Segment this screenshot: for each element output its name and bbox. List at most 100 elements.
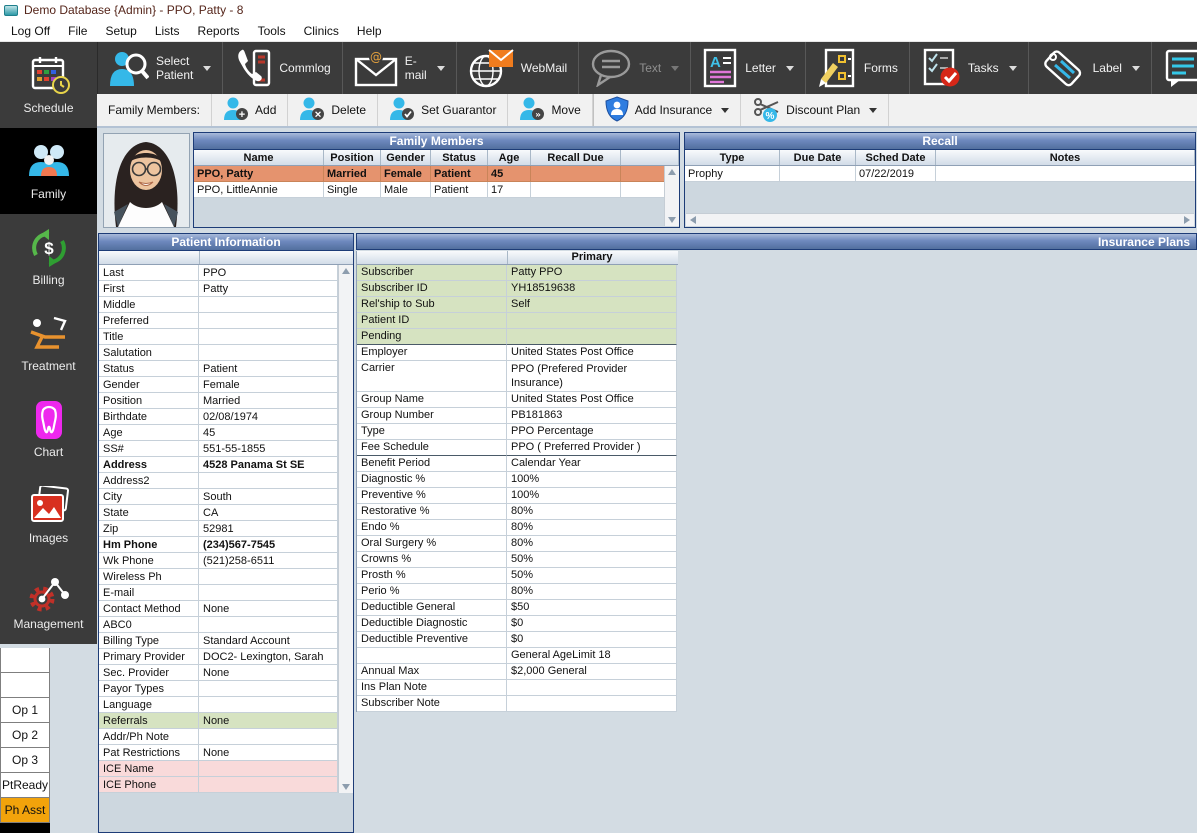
patient-info-row[interactable]: Addr/Ph Note [99,729,353,745]
insurance-row[interactable]: Ins Plan Note [357,680,677,696]
insurance-row[interactable]: Perio % 80% [357,584,677,600]
scroll-down-icon[interactable] [668,217,676,223]
chevron-down-icon[interactable] [437,66,445,71]
delete-family-member-button[interactable]: ✕ Delete [288,94,378,126]
patient-info-row[interactable]: ABC0 [99,617,353,633]
set-guarantor-button[interactable]: Set Guarantor [378,94,508,126]
patient-info-row[interactable]: Title [99,329,353,345]
insurance-row[interactable]: Group Name United States Post Office [357,392,677,408]
patient-info-row[interactable]: Referrals None [99,713,353,729]
insurance-row[interactable]: Pending [357,329,677,345]
patient-info-row[interactable]: First Patty [99,281,353,297]
chevron-down-icon[interactable] [1132,66,1140,71]
patient-info-row[interactable]: Last PPO [99,265,353,281]
scroll-left-icon[interactable] [690,216,696,224]
patient-info-row[interactable]: Language [99,697,353,713]
patient-info-row[interactable]: Age 45 [99,425,353,441]
sidebar-item-schedule[interactable]: Schedule [0,42,97,128]
operatory-cell[interactable] [0,673,50,698]
insurance-row[interactable]: Annual Max $2,000 General [357,664,677,680]
webmail-button[interactable]: WebMail [457,42,579,94]
patient-info-row[interactable]: Gender Female [99,377,353,393]
letter-button[interactable]: A Letter [691,42,806,94]
sidebar-item-billing[interactable]: $ Billing [0,214,97,300]
insurance-row[interactable]: Crowns % 50% [357,552,677,568]
operatory-cell[interactable]: Op 2 [0,723,50,748]
patient-info-row[interactable]: Billing Type Standard Account [99,633,353,649]
insurance-row[interactable]: Subscriber Note [357,696,677,712]
insurance-row[interactable]: Diagnostic % 100% [357,472,677,488]
operatory-cell[interactable]: Op 3 [0,748,50,773]
discount-plan-button[interactable]: % Discount Plan [741,94,889,126]
insurance-row[interactable]: Oral Surgery % 80% [357,536,677,552]
patient-info-row[interactable]: ICE Phone [99,777,353,793]
menu-item[interactable]: Reports [189,21,249,41]
chevron-down-icon[interactable] [203,66,211,71]
menu-item[interactable]: Clinics [295,21,348,41]
scroll-right-icon[interactable] [1184,216,1190,224]
patient-info-row[interactable]: SS# 551-55-1855 [99,441,353,457]
patient-info-row[interactable]: Birthdate 02/08/1974 [99,409,353,425]
patient-info-row[interactable]: Address 4528 Panama St SE [99,457,353,473]
operatory-cell[interactable]: Op 1 [0,698,50,723]
patient-info-row[interactable]: Salutation [99,345,353,361]
operatory-cell[interactable]: Ph Asst [0,798,50,823]
menu-item[interactable]: Log Off [2,21,59,41]
patient-info-row[interactable]: Position Married [99,393,353,409]
chevron-down-icon[interactable] [869,108,877,113]
scroll-up-icon[interactable] [668,169,676,175]
patient-info-row[interactable]: Address2 [99,473,353,489]
patient-info-row[interactable]: Primary Provider DOC2- Lexington, Sarah [99,649,353,665]
insurance-row[interactable]: Subscriber ID YH18519638 [357,281,677,297]
email-button[interactable]: @ E-mail [343,42,457,94]
patient-info-row[interactable]: Middle [99,297,353,313]
patient-info-row[interactable]: Wireless Ph [99,569,353,585]
insurance-row[interactable]: Patient ID [357,313,677,329]
patient-info-row[interactable]: Zip 52981 [99,521,353,537]
family-member-row[interactable]: PPO, LittleAnnie Single Male Patient 17 [194,182,664,198]
insurance-row[interactable]: General AgeLimit 18 [357,648,677,664]
patient-info-row[interactable]: Hm Phone (234)567-7545 [99,537,353,553]
sidebar-item-images[interactable]: Images [0,472,97,558]
menu-item[interactable]: Lists [146,21,189,41]
patient-info-scrollbar[interactable] [338,265,353,793]
patient-info-row[interactable]: Payor Types [99,681,353,697]
move-family-member-button[interactable]: » Move [508,94,592,126]
menu-item[interactable]: File [59,21,96,41]
insurance-row[interactable]: Prosth % 50% [357,568,677,584]
scroll-down-icon[interactable] [342,784,350,790]
patient-info-row[interactable]: Pat Restrictions None [99,745,353,761]
patient-info-row[interactable]: Sec. Provider None [99,665,353,681]
operatory-cell[interactable] [0,648,50,673]
insurance-row[interactable]: Carrier PPO (Prefered Provider Insurance… [357,361,677,392]
popups-button[interactable]: Popups [1152,42,1197,94]
insurance-row[interactable]: Benefit Period Calendar Year [357,456,677,472]
family-grid-scrollbar[interactable] [664,166,679,226]
menu-item[interactable]: Setup [96,21,145,41]
recall-row[interactable]: Prophy 07/22/2019 [685,166,1195,182]
insurance-row[interactable]: Type PPO Percentage [357,424,677,440]
commlog-button[interactable]: Commlog [223,42,342,94]
add-insurance-button[interactable]: Add Insurance [593,94,741,126]
forms-button[interactable]: Forms [806,42,910,94]
label-button[interactable]: Label [1029,42,1152,94]
sidebar-item-management[interactable]: Management [0,558,97,644]
patient-info-row[interactable]: ICE Name [99,761,353,777]
insurance-row[interactable]: Subscriber Patty PPO [357,265,677,281]
patient-photo[interactable] [103,133,190,228]
select-patient-button[interactable]: Select Patient [98,42,223,94]
tasks-button[interactable]: Tasks [910,42,1029,94]
add-family-member-button[interactable]: + Add [212,94,288,126]
recall-grid-scrollbar[interactable] [686,213,1194,226]
insurance-row[interactable]: Preventive % 100% [357,488,677,504]
insurance-row[interactable]: Group Number PB181863 [357,408,677,424]
patient-info-row[interactable]: Wk Phone (521)258-6511 [99,553,353,569]
patient-info-row[interactable]: Contact Method None [99,601,353,617]
patient-info-row[interactable]: Status Patient [99,361,353,377]
sidebar-item-family[interactable]: Family [0,128,97,214]
insurance-row[interactable]: Restorative % 80% [357,504,677,520]
insurance-row[interactable]: Deductible Preventive $0 [357,632,677,648]
chevron-down-icon[interactable] [721,108,729,113]
chevron-down-icon[interactable] [1009,66,1017,71]
patient-info-row[interactable]: E-mail [99,585,353,601]
